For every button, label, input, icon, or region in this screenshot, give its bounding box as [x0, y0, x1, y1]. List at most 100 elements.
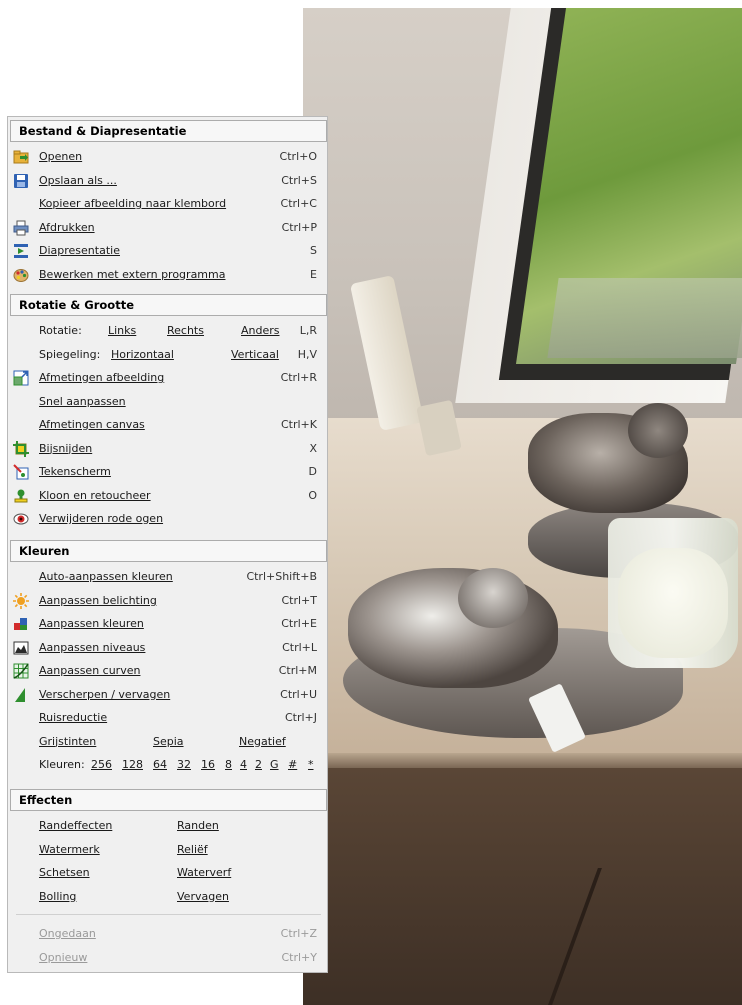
color-depth-256[interactable]: 256 — [91, 753, 112, 776]
menu-item-verscherpen-vervagen[interactable]: Verscherpen / vervagen Ctrl+U — [8, 683, 327, 707]
menu-item-aanpassen-curven[interactable]: Aanpassen curven Ctrl+M — [8, 659, 327, 683]
shortcut: Ctrl+P — [281, 220, 317, 234]
effect-bolling[interactable]: Bolling — [39, 885, 76, 908]
menu-row-spiegeling: Spiegeling: Horizontaal Verticaal H,V — [8, 343, 327, 367]
palette-icon — [13, 267, 29, 283]
shortcut: Ctrl+Z — [280, 927, 317, 940]
menu-item-tekenscherm[interactable]: Tekenscherm D — [8, 460, 327, 484]
menu-item-opnieuw[interactable]: Opnieuw Ctrl+Y — [8, 946, 327, 970]
menu-item-afmetingen-afbeelding[interactable]: Afmetingen afbeelding Ctrl+R — [8, 366, 327, 390]
photo-candle — [618, 548, 728, 658]
menu-item-label: Aanpassen niveaus — [39, 640, 146, 654]
colors-label: Kleuren: — [39, 758, 85, 771]
shortcut: Ctrl+J — [284, 711, 317, 724]
rotate-other-link[interactable]: Anders — [241, 319, 280, 342]
effect-vervagen[interactable]: Vervagen — [177, 885, 229, 908]
shortcut: O — [308, 488, 317, 502]
menu-separator — [16, 914, 321, 915]
menu-item-afdrukken[interactable]: Afdrukken Ctrl+P — [8, 216, 327, 240]
menu-item-label: Aanpassen kleuren — [39, 617, 144, 630]
effect-randen[interactable]: Randen — [177, 814, 219, 837]
color-depth-16[interactable]: 16 — [201, 753, 215, 776]
open-folder-icon — [13, 149, 29, 165]
color-depth-2[interactable]: 2 — [255, 753, 262, 776]
grayscale-link[interactable]: Grijstinten — [39, 730, 96, 753]
shortcut: Ctrl+K — [280, 418, 317, 431]
effect-watermerk[interactable]: Watermerk — [39, 838, 100, 861]
resize-icon — [13, 370, 29, 386]
negative-link[interactable]: Negatief — [239, 730, 286, 753]
curves-grid-icon — [13, 663, 29, 679]
levels-icon — [13, 640, 29, 656]
menu-item-bewerken-extern[interactable]: Bewerken met extern programma E — [8, 263, 327, 287]
shortcut: H,V — [297, 347, 317, 361]
menu-item-label: Kopieer afbeelding naar klembord — [39, 197, 227, 210]
menu-row-effects-4: Bolling Vervagen — [8, 885, 327, 909]
flip-vertical-link[interactable]: Verticaal — [231, 343, 279, 366]
rotatie-label: Rotatie: — [39, 324, 82, 337]
sepia-link[interactable]: Sepia — [153, 730, 184, 753]
menu-item-opslaan-als[interactable]: Opslaan als ... Ctrl+S — [8, 169, 327, 193]
section-header-bestand: Bestand & Diapresentatie — [10, 120, 327, 142]
effect-waterverf[interactable]: Waterverf — [177, 861, 231, 884]
context-menu: Bestand & Diapresentatie Openen Ctrl+O O… — [7, 116, 328, 973]
color-depth-128[interactable]: 128 — [122, 753, 143, 776]
shortcut: Ctrl+R — [280, 371, 317, 384]
menu-item-ongedaan[interactable]: Ongedaan Ctrl+Z — [8, 922, 327, 946]
photo-cabinet — [303, 768, 742, 1005]
menu-item-verwijderen-rode-ogen[interactable]: Verwijderen rode ogen — [8, 507, 327, 531]
shortcut: Ctrl+C — [280, 197, 317, 210]
menu-item-aanpassen-kleuren[interactable]: Aanpassen kleuren Ctrl+E — [8, 612, 327, 636]
menu-item-aanpassen-belichting[interactable]: Aanpassen belichting Ctrl+T — [8, 589, 327, 613]
effect-relief[interactable]: Reliëf — [177, 838, 208, 861]
menu-item-ruisreductie[interactable]: Ruisreductie Ctrl+J — [8, 706, 327, 730]
shortcut: Ctrl+S — [281, 173, 317, 187]
color-depth-32[interactable]: 32 — [177, 753, 191, 776]
menu-row-color-modes: Grijstinten Sepia Negatief — [8, 730, 327, 754]
menu-item-diapresentatie[interactable]: Diapresentatie S — [8, 239, 327, 263]
color-depth-gray[interactable]: G — [270, 753, 279, 776]
menu-item-label: Openen — [39, 150, 83, 163]
menu-row-effects-3: Schetsen Waterverf — [8, 861, 327, 885]
menu-item-aanpassen-niveaus[interactable]: Aanpassen niveaus Ctrl+L — [8, 636, 327, 660]
shortcut: Ctrl+Shift+B — [246, 570, 317, 583]
menu-item-snel-aanpassen[interactable]: Snel aanpassen — [8, 390, 327, 414]
flip-horizontal-link[interactable]: Horizontaal — [111, 343, 174, 366]
crop-icon — [13, 440, 29, 457]
color-depth-64[interactable]: 64 — [153, 753, 167, 776]
color-depth-hash[interactable]: # — [288, 753, 297, 776]
color-depth-4[interactable]: 4 — [240, 753, 247, 776]
shortcut: Ctrl+O — [279, 150, 317, 163]
menu-item-kopieer-afbeelding[interactable]: Kopieer afbeelding naar klembord Ctrl+C — [8, 192, 327, 216]
color-depth-8[interactable]: 8 — [225, 753, 232, 776]
menu-item-label: Bijsnijden — [39, 441, 93, 455]
menu-item-auto-aanpassen-kleuren[interactable]: Auto-aanpassen kleuren Ctrl+Shift+B — [8, 565, 327, 589]
menu-item-kloon-retoucheer[interactable]: Kloon en retoucheer O — [8, 484, 327, 508]
effect-randeffecten[interactable]: Randeffecten — [39, 814, 112, 837]
menu-item-label: Verscherpen / vervagen — [39, 687, 171, 701]
clone-stamp-icon — [13, 488, 29, 504]
color-depth-star[interactable]: * — [308, 753, 314, 776]
menu-item-label: Ruisreductie — [39, 711, 108, 724]
save-disk-icon — [13, 173, 29, 189]
photo-window-reflection — [547, 278, 742, 358]
menu-item-label: Auto-aanpassen kleuren — [39, 570, 173, 583]
sharpen-icon — [13, 687, 29, 703]
section-header-kleuren: Kleuren — [10, 540, 327, 562]
menu-item-label: Afdrukken — [39, 220, 95, 234]
effect-schetsen[interactable]: Schetsen — [39, 861, 90, 884]
rotate-left-link[interactable]: Links — [108, 319, 136, 342]
photo-dog-head-front — [458, 568, 528, 628]
shortcut: L,R — [299, 324, 317, 337]
menu-item-bijsnijden[interactable]: Bijsnijden X — [8, 437, 327, 461]
menu-item-label: Afmetingen afbeelding — [39, 371, 165, 384]
rotate-right-link[interactable]: Rechts — [167, 319, 204, 342]
slideshow-icon — [13, 243, 29, 259]
menu-item-label: Aanpassen curven — [39, 664, 141, 677]
printer-icon — [13, 220, 29, 236]
menu-item-afmetingen-canvas[interactable]: Afmetingen canvas Ctrl+K — [8, 413, 327, 437]
shortcut: X — [309, 441, 317, 455]
menu-item-label: Verwijderen rode ogen — [39, 512, 164, 525]
shortcut: Ctrl+T — [281, 593, 317, 607]
menu-item-openen[interactable]: Openen Ctrl+O — [8, 145, 327, 169]
